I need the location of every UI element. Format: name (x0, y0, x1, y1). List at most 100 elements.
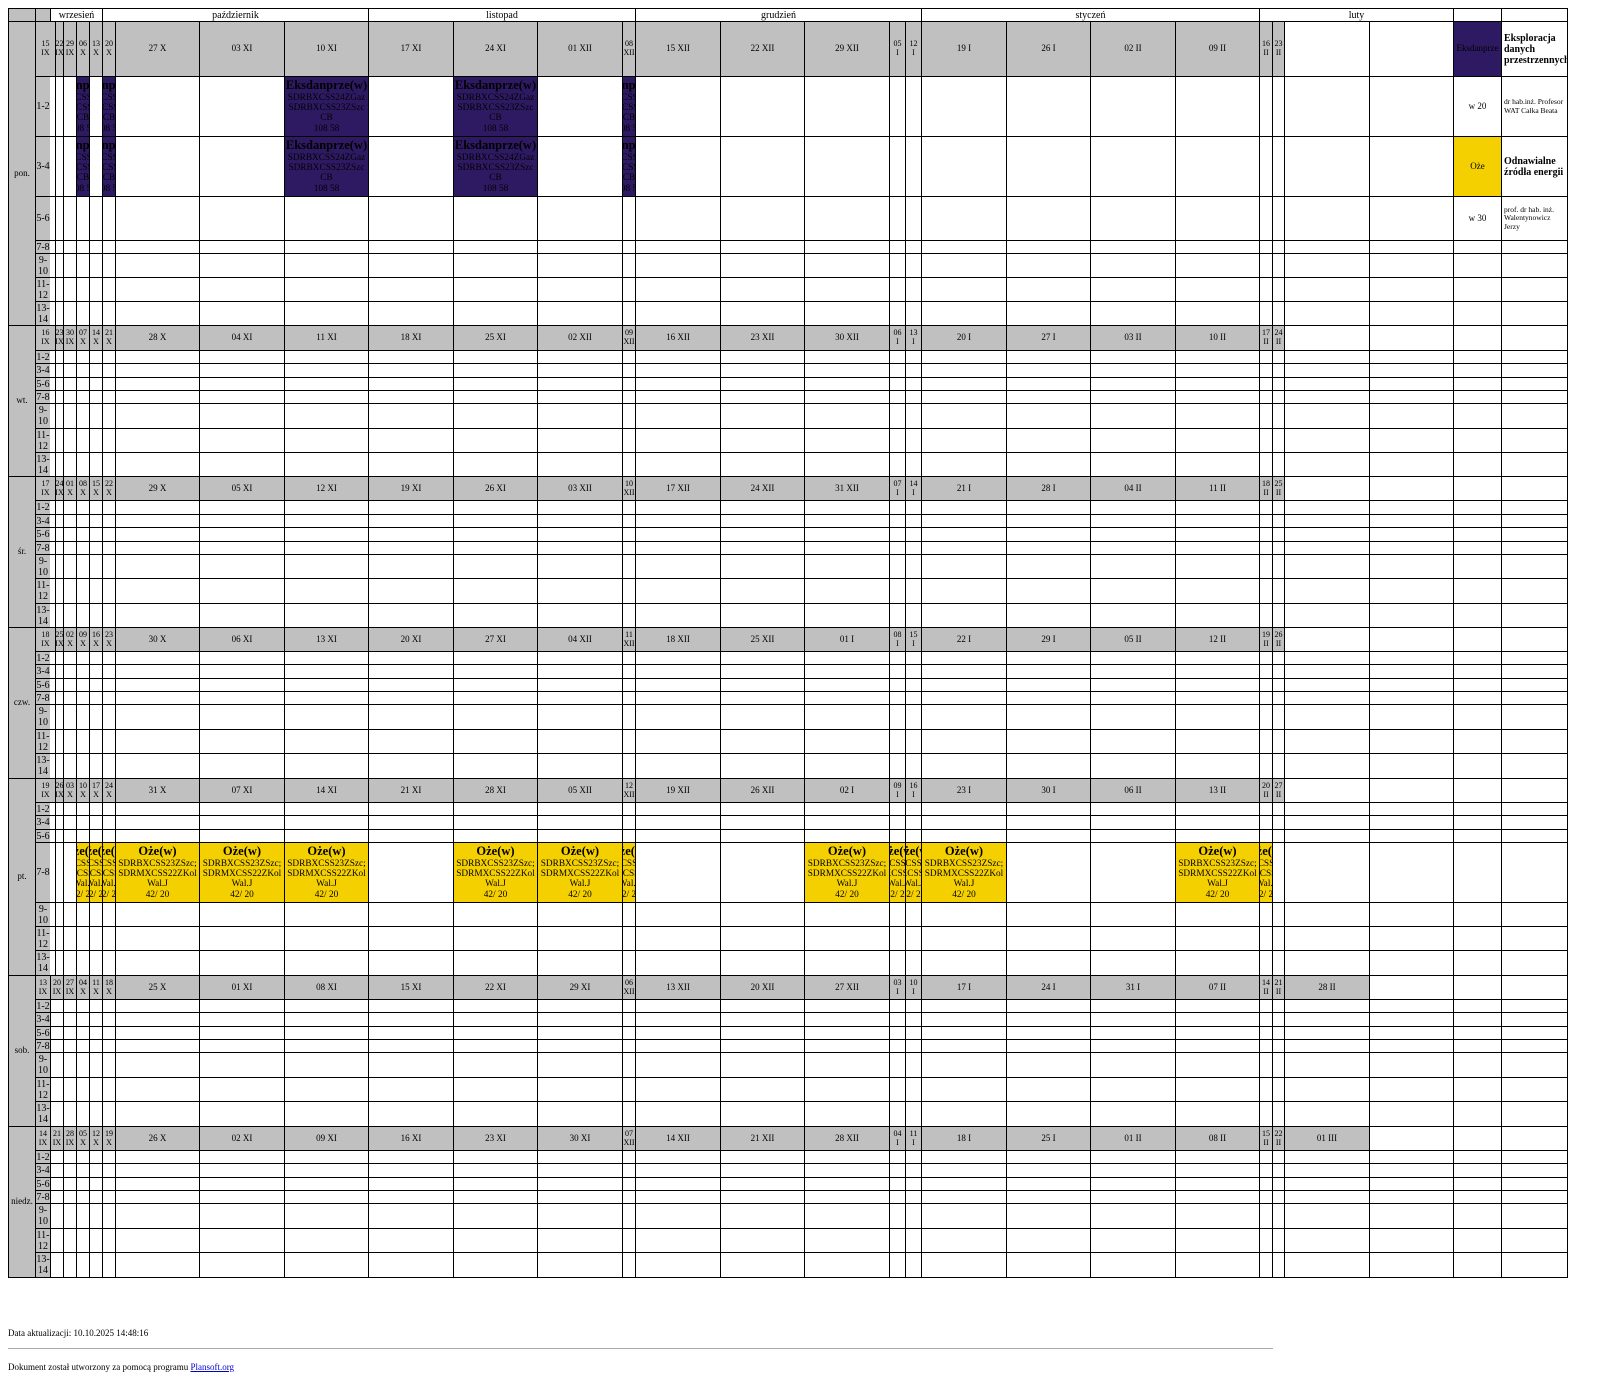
day-label: niedz. (11, 1196, 33, 1207)
grid-line (76, 627, 77, 779)
event-block: Eksdanprze(w)SDRBXCSS24ZGazSDRBXCSS23ZSz… (103, 137, 115, 196)
day-label-cell: pt. (9, 779, 35, 975)
grid-line (905, 1126, 906, 1278)
date-header: 16 XI (369, 1127, 453, 1150)
grid-line (1090, 975, 1091, 1127)
date-month: II (1275, 48, 1282, 57)
date-month: X (80, 337, 86, 346)
event-line: SDRBXCSS24ZGaz (287, 92, 366, 103)
grid-line (63, 476, 64, 628)
grid-line (635, 8, 636, 22)
slot-label: 11-12 (36, 1229, 50, 1252)
event-line: SDRMXCSS22ZKol (623, 869, 635, 880)
date-month: I (896, 337, 899, 346)
grid-line (199, 627, 200, 779)
date-header: 02 I (805, 779, 889, 802)
grid-line (35, 729, 1567, 730)
plansoft-link[interactable]: Plansoft.org (190, 1362, 234, 1372)
grid-line (35, 1039, 1567, 1040)
date-label: 24 XII (750, 482, 775, 493)
date-month: XII (623, 986, 635, 996)
month-header: grudzień (636, 9, 921, 21)
grid-line (720, 21, 721, 326)
legend-teacher: prof. dr hab. inż. Walentynowicz Jerzy (1502, 197, 1567, 240)
event-line: SDRBXCSS23ZSzc; (287, 858, 366, 869)
grid-line (35, 301, 1567, 302)
event-title: Oże(w) (138, 844, 177, 859)
date-month: X (106, 638, 112, 648)
footer-divider (8, 1348, 1273, 1349)
date-month: I (912, 48, 915, 57)
grid-line (453, 1126, 454, 1278)
date-label: 31 XII (835, 482, 859, 493)
grid-line (35, 8, 36, 22)
event-title: Oże(w) (906, 844, 921, 859)
date-header: 15 II (1260, 1127, 1272, 1150)
grid-line (720, 627, 721, 779)
legend-hours-text: w 30 (1468, 212, 1487, 223)
grid-line (720, 476, 721, 628)
grid-line (1259, 627, 1260, 779)
grid-line (63, 627, 64, 779)
event-block: Oże(w)SDRBXCSS23ZSzc;SDRMXCSS22ZKolWal.J… (805, 843, 889, 902)
date-header: 03 II (1091, 326, 1175, 350)
grid-line (35, 1150, 1567, 1151)
legend-hours: w 30 (1454, 197, 1501, 240)
grid-line (1090, 21, 1091, 326)
slot-text: 1-2 (36, 101, 50, 112)
grid-line (905, 325, 906, 477)
event-block: Oże(w)SDRBXCSS23ZSzc;SDRMXCSS22ZKolWal.J… (623, 843, 635, 902)
event-line: 42/ 20 (906, 889, 921, 900)
slot-label: 9-10 (36, 903, 50, 926)
date-label: 14 XI (316, 784, 337, 795)
date-month: X (80, 789, 86, 799)
grid-line (35, 350, 1567, 351)
date-header: 24 XII (721, 477, 804, 500)
grid-line (35, 253, 1567, 254)
date-label: 03 XI (231, 43, 253, 54)
date-label: 01 III (1316, 1132, 1338, 1143)
event-line: SDRBXCSS23ZSzc; (924, 858, 1004, 869)
slot-text: 13-14 (36, 302, 50, 325)
date-header: 19 X (103, 1127, 115, 1150)
date-label: 08 II (1208, 1132, 1227, 1143)
grid-line (1567, 8, 1568, 22)
slot-text: 7-8 (36, 867, 50, 878)
grid-line (368, 476, 369, 628)
grid-line (1453, 325, 1454, 477)
grid-line (1567, 778, 1568, 976)
grid-line (1453, 476, 1454, 628)
slot-text: 11-12 (36, 1229, 50, 1252)
event-line: 42/ 20 (890, 889, 905, 900)
date-label: 30 XI (569, 1132, 591, 1143)
slot-label: 5-6 (36, 528, 50, 541)
event-line: CB (623, 113, 635, 124)
grid-line (1567, 476, 1568, 628)
date-header: 16 II (1260, 22, 1272, 76)
event-line: SDRMXCSS22ZKol (890, 869, 905, 880)
slot-label: 1-2 (36, 1151, 50, 1163)
date-header: 23 I (922, 779, 1006, 802)
event-title: Eksdanprze(w) (454, 78, 537, 93)
date-label: 02 XII (568, 332, 592, 343)
grid-line (1006, 21, 1007, 326)
grid-line (720, 325, 721, 477)
grid-line (1284, 778, 1285, 976)
date-month: I (896, 1137, 899, 1147)
slot-label: 3-4 (36, 137, 50, 196)
date-label: 12 II (1208, 633, 1227, 644)
date-header: 28 II (1285, 976, 1369, 999)
slot-text: 7-8 (36, 542, 50, 554)
date-label: 14 XII (666, 1132, 690, 1143)
date-month: II (1263, 986, 1269, 996)
grid-line (889, 975, 890, 1127)
event-line: 42/ 20 (623, 889, 635, 900)
date-header: 03 I (890, 976, 905, 999)
date-month: IX (65, 337, 75, 346)
date-header: 19 IX (36, 779, 55, 802)
grid-line (635, 476, 636, 628)
event-title: Oże(w) (77, 844, 89, 859)
slot-text: 7-8 (36, 692, 50, 704)
date-label: 29 I (1041, 633, 1056, 644)
event-line: 42/ 20 (103, 889, 115, 900)
